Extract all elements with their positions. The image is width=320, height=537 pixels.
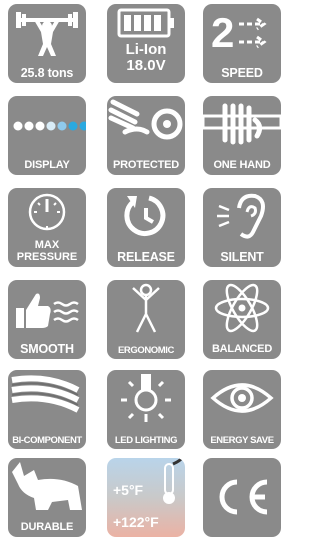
feature-protected-tile: PROTECTED bbox=[107, 96, 185, 175]
battery-icon bbox=[117, 8, 174, 38]
thumbs-up-waves-icon bbox=[16, 293, 79, 328]
display-label: DISPLAY bbox=[24, 159, 70, 171]
weight-label: 25.8 tons bbox=[20, 65, 74, 80]
temperature-high: +122°F bbox=[113, 514, 159, 530]
silent-label: SILENT bbox=[220, 249, 264, 264]
feature-temperature-tile: +5°F +122°F bbox=[107, 458, 185, 537]
speed-label: SPEED bbox=[221, 65, 263, 80]
light-bulb-icon bbox=[121, 374, 171, 422]
bi-component-grip-icon bbox=[11, 375, 80, 413]
feature-one-hand-tile: ONE HAND bbox=[203, 96, 281, 175]
release-arrow-icon bbox=[124, 195, 166, 236]
battery-text: Li-Ion 18.0V bbox=[107, 42, 185, 74]
feature-bi-component-tile: BI-COMPONENT bbox=[8, 370, 86, 449]
feature-durable-tile: DURABLE bbox=[8, 458, 86, 537]
feature-battery-tile: Li-Ion 18.0V bbox=[107, 4, 185, 83]
temperature-low: +5°F bbox=[113, 482, 144, 498]
feature-energy-save-tile: ENERGY SAVE bbox=[203, 370, 281, 449]
max-pressure-text: MAX PRESSURE bbox=[8, 239, 86, 263]
one-hand-grip-icon bbox=[203, 103, 281, 145]
feature-ergonomic-tile: ERGONOMIC bbox=[107, 280, 185, 359]
energy-save-label: ENERGY SAVE bbox=[210, 434, 274, 446]
bi-component-label: BI-COMPONENT bbox=[12, 434, 82, 446]
feature-silent-tile: SILENT bbox=[203, 188, 281, 267]
eye-icon bbox=[210, 383, 274, 413]
one-hand-label: ONE HAND bbox=[213, 159, 271, 171]
feature-smooth-tile: SMOOTH bbox=[8, 280, 86, 359]
weightlifter-icon bbox=[16, 12, 78, 56]
ear-icon bbox=[217, 193, 265, 239]
feature-release-tile: RELEASE bbox=[107, 188, 185, 267]
feature-speed-tile: 2 SPEED bbox=[203, 4, 281, 83]
balanced-label: BALANCED bbox=[211, 343, 273, 355]
release-label: RELEASE bbox=[117, 249, 175, 264]
atom-icon bbox=[214, 283, 270, 333]
led-dots-icon bbox=[13, 121, 86, 131]
led-lighting-label: LED LIGHTING bbox=[114, 434, 178, 446]
feature-led-lighting-tile: LED LIGHTING bbox=[107, 370, 185, 449]
max-pressure-line1: MAX bbox=[34, 239, 60, 251]
ce-mark-icon bbox=[219, 479, 268, 515]
feature-display-tile: DISPLAY bbox=[8, 96, 86, 175]
battery-voltage: 18.0V bbox=[126, 57, 166, 74]
feature-max-pressure-tile: MAX PRESSURE bbox=[8, 188, 86, 267]
feature-ce-tile bbox=[203, 458, 281, 537]
smooth-label: SMOOTH bbox=[20, 341, 74, 356]
feature-balanced-tile: BALANCED bbox=[203, 280, 281, 359]
durable-label: DURABLE bbox=[20, 521, 74, 533]
battery-type: Li-Ion bbox=[125, 41, 167, 58]
max-pressure-line2: PRESSURE bbox=[16, 251, 78, 263]
ergonomic-label: ERGONOMIC bbox=[117, 344, 175, 356]
pressure-gauge-icon bbox=[28, 193, 66, 231]
rhino-icon bbox=[12, 462, 82, 510]
speed-arrows-icon bbox=[239, 17, 267, 49]
feature-weight-tile: 25.8 tons bbox=[8, 4, 86, 83]
person-icon bbox=[132, 283, 160, 333]
hand-protected-icon bbox=[108, 99, 183, 140]
protected-label: PROTECTED bbox=[112, 159, 180, 171]
